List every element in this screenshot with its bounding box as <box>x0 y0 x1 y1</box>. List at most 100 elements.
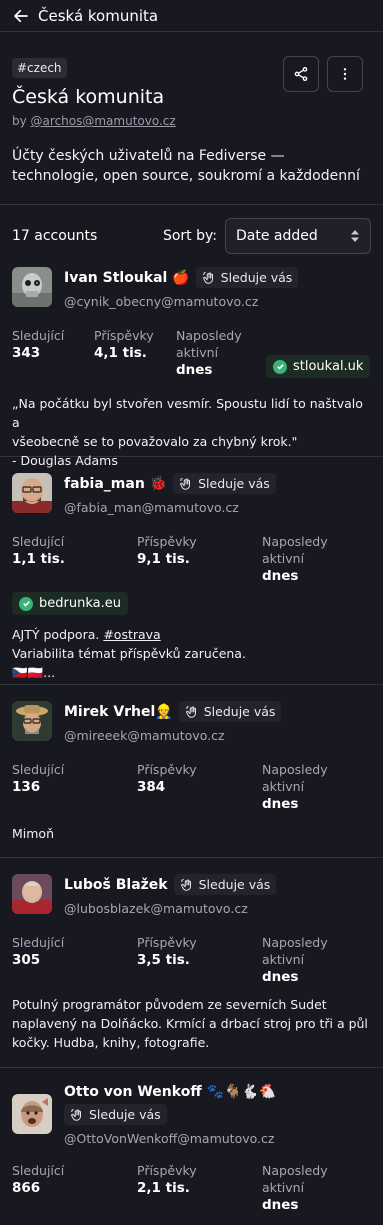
arrow-left-icon <box>14 9 28 22</box>
display-name[interactable]: Mirek Vrhel👷 <box>64 704 173 720</box>
follows-you-badge: Sleduje vás <box>64 1104 167 1125</box>
owner-link[interactable]: @archos@mamutovo.cz <box>31 114 176 128</box>
avatar[interactable] <box>12 473 52 513</box>
stat-value: 1,1 tis. <box>12 551 65 567</box>
stat-label: Naposledy <box>262 762 328 777</box>
account-note: AJTÝ podpora. #ostrava Variabilita témat… <box>12 625 371 682</box>
note-line: „Na počátku byl stvořen vesmír. Spoustu … <box>12 396 363 430</box>
byline-prefix: by <box>12 114 27 128</box>
stat-last-active: Naposledy aktivní dnes <box>262 533 328 584</box>
avatar[interactable] <box>12 1094 52 1134</box>
account-handle: @lubosblazek@mamutovo.cz <box>64 901 248 916</box>
stat-label: aktivní <box>262 551 305 566</box>
account-card[interactable]: Luboš Blažek Sleduje vás @lubosblazek@ma… <box>0 858 383 1068</box>
account-stats: Sledující 866 Příspěvky 2,1 tis. Naposle… <box>12 1162 371 1213</box>
stat-posts: Příspěvky 2,1 tis. <box>137 1162 262 1213</box>
stat-label: Sledující <box>12 328 65 343</box>
stat-label: Příspěvky <box>137 1162 197 1178</box>
note-line: Variabilita témat příspěvků zaručena. <box>12 646 246 661</box>
list-header: #czech Česká komunita by @archos@mamutov… <box>0 32 383 205</box>
account-stats: Sledující 1,1 tis. Příspěvky 9,1 tis. Na… <box>12 533 371 584</box>
note-line: naplavený na Dolňácko. Krmící a drbací s… <box>12 1016 368 1031</box>
follows-you-label: Sleduje vás <box>198 476 270 491</box>
account-stats: Sledující 136 Příspěvky 384 Naposledy ak… <box>12 761 371 812</box>
account-card[interactable]: Ivan Stloukal 🍎 Sleduje vás @cynik_obecn… <box>0 265 383 468</box>
avatar[interactable] <box>12 874 52 914</box>
account-note: Potulný programátor původem ze severních… <box>12 995 371 1052</box>
wave-hand-icon <box>180 477 191 490</box>
back-label: Česká komunita <box>38 6 159 25</box>
stat-following: Sledující 305 <box>12 934 137 985</box>
account-stats: Sledující 305 Příspěvky 3,5 tis. Naposle… <box>12 934 371 985</box>
sort-select[interactable]: Date added <box>225 218 371 254</box>
back-button[interactable]: Česká komunita <box>12 7 158 25</box>
hashtag-link[interactable]: #ostrava <box>103 627 160 642</box>
stat-label: Naposledy <box>262 935 328 950</box>
note-line: AJTÝ podpora. #ostrava <box>12 625 371 644</box>
account-stats: Sledující 343 Příspěvky 4,1 tis. Naposle… <box>12 327 371 378</box>
account-card[interactable]: fabia_man 🐞 Sleduje vás @fabia_man@mamut… <box>0 457 383 685</box>
stat-value: 9,1 tis. <box>137 551 190 567</box>
avatar[interactable] <box>12 267 52 307</box>
stat-value: dnes <box>262 568 299 584</box>
check-icon <box>19 596 33 611</box>
stat-value: dnes <box>176 362 213 378</box>
verified-domain: stloukal.uk <box>293 359 364 374</box>
stat-value: dnes <box>262 1196 299 1213</box>
wave-hand-icon <box>71 1108 81 1121</box>
note-line: Mimoň <box>12 826 55 841</box>
account-note: Mimoň <box>12 824 371 843</box>
stat-label: Sledující <box>12 762 65 777</box>
hashtag-chip[interactable]: #czech <box>12 58 67 78</box>
verified-link[interactable]: bedrunka.eu <box>12 592 128 615</box>
stat-posts: Příspěvky 3,5 tis. <box>137 934 262 985</box>
follows-you-label: Sleduje vás <box>220 270 293 285</box>
stat-last-active: Naposledy aktivní dnes <box>262 761 328 812</box>
stat-label: aktivní <box>262 952 305 967</box>
share-button[interactable] <box>283 56 319 92</box>
display-name[interactable]: fabia_man 🐞 <box>64 476 167 492</box>
stat-following: Sledující 343 <box>12 327 94 378</box>
wave-hand-icon <box>180 878 191 891</box>
stat-label: Příspěvky <box>94 328 154 343</box>
follows-you-badge: Sleduje vás <box>178 701 282 722</box>
follows-you-label: Sleduje vás <box>89 1107 161 1122</box>
byline: by @archos@mamutovo.cz <box>12 114 371 128</box>
follows-you-label: Sleduje vás <box>198 877 271 892</box>
sort-label: Sort by: <box>162 228 217 244</box>
display-name[interactable]: Otto von Wenkoff 🐾🐐🐇🐔 <box>64 1084 276 1100</box>
stat-label: Naposledy <box>262 534 328 549</box>
stat-label: aktivní <box>262 1179 305 1195</box>
avatar[interactable] <box>12 701 52 741</box>
share-icon <box>294 67 308 81</box>
stat-value: 343 <box>12 345 41 361</box>
list-description: Účty českých uživatelů na Fediverse — te… <box>12 148 360 184</box>
stat-posts: Příspěvky 4,1 tis. <box>94 327 176 378</box>
stat-value: 3,5 tis. <box>137 952 190 968</box>
stat-label: Příspěvky <box>137 935 197 950</box>
note-line: kočky. Hudba, knihy, fotografie. <box>12 1035 210 1050</box>
stat-label: aktivní <box>262 779 305 794</box>
select-arrows-icon <box>351 230 359 242</box>
follows-you-badge: Sleduje vás <box>173 874 277 895</box>
more-options-button[interactable] <box>327 56 363 92</box>
account-card[interactable]: Mirek Vrhel👷 Sleduje vás @mireeek@mamuto… <box>0 685 383 858</box>
account-handle: @OttoVonWenkoff@mamutovo.cz <box>64 1130 275 1146</box>
verified-link[interactable]: stloukal.uk <box>266 355 371 378</box>
stat-label: Sledující <box>12 935 65 950</box>
follows-you-label: Sleduje vás <box>203 704 276 719</box>
display-name[interactable]: Luboš Blažek <box>64 877 168 893</box>
stat-value: dnes <box>262 969 299 985</box>
stat-value: dnes <box>262 796 299 812</box>
stat-label: Sledující <box>12 534 65 549</box>
stat-label: Naposledy <box>262 1162 328 1178</box>
wave-hand-icon <box>185 705 196 718</box>
display-name[interactable]: Ivan Stloukal 🍎 <box>64 270 190 286</box>
account-card[interactable]: Otto von Wenkoff 🐾🐐🐇🐔 Sleduje vás @OttoV… <box>0 1068 383 1225</box>
stat-posts: Příspěvky 9,1 tis. <box>137 533 262 584</box>
account-handle: @mireeek@mamutovo.cz <box>64 728 225 743</box>
stat-label: Příspěvky <box>137 534 197 549</box>
stat-value: 4,1 tis. <box>94 345 147 361</box>
stat-posts: Příspěvky 384 <box>137 761 262 812</box>
stat-last-active: Naposledy aktivní dnes <box>176 327 266 378</box>
